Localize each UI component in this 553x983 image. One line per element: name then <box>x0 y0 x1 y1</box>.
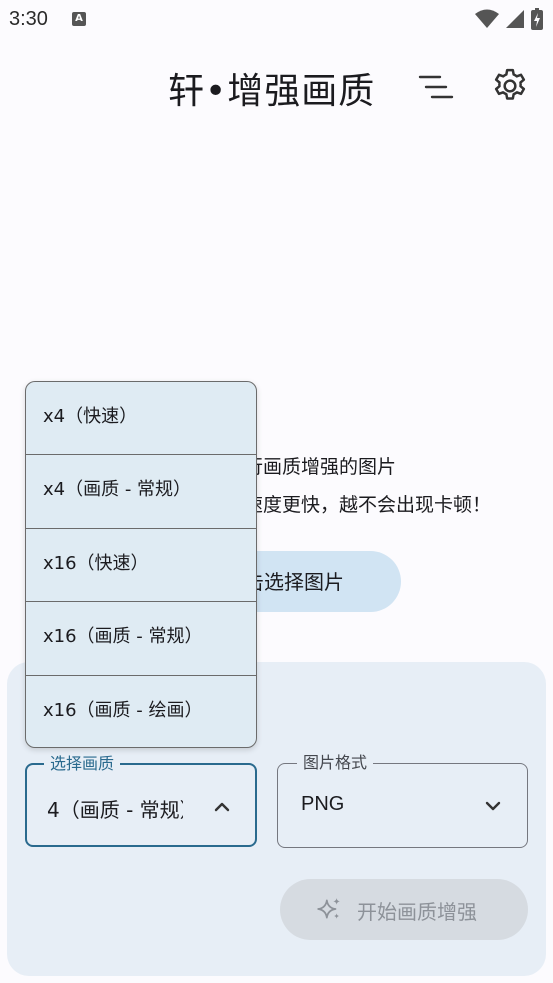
dropdown-option-x16-quality-painting[interactable]: x16（画质 - 绘画） <box>26 676 256 747</box>
pick-image-button-label: 击选择图片 <box>244 570 344 594</box>
status-icons <box>475 8 543 30</box>
quality-dropdown-menu: x4（快速） x4（画质 - 常规） x16（快速） x16（画质 - 常规） … <box>25 381 257 748</box>
sparkle-icon <box>317 898 340 919</box>
format-select[interactable]: 图片格式 PNG <box>277 752 528 848</box>
format-select-value: PNG <box>301 793 345 815</box>
menu-button[interactable] <box>416 70 454 104</box>
chevron-down-icon <box>485 801 501 811</box>
app-title: 轩•增强画质 <box>168 71 376 112</box>
quality-select-label: 选择画质 <box>44 753 121 775</box>
dropdown-option-x16-quality-normal[interactable]: x16（画质 - 常规） <box>26 602 256 676</box>
hint-text-line-2: 速度更快，越不会出现卡顿！ <box>244 494 492 516</box>
start-enhance-button-label: 开始画质增强 <box>357 900 477 924</box>
signal-icon <box>506 10 524 28</box>
quality-select-value: 4（画质 - 常规） <box>47 798 183 822</box>
hint-text-line-1: 行画质增强的图片 <box>244 456 397 478</box>
menu-lines-icon <box>418 75 454 99</box>
chevron-up-icon <box>214 802 230 812</box>
dropdown-option-x16-fast[interactable]: x16（快速） <box>26 529 256 603</box>
status-bar: 3:30 A <box>0 0 553 40</box>
notification-badge-icon: A <box>72 12 86 26</box>
start-enhance-button[interactable]: 开始画质增强 <box>280 879 528 940</box>
battery-icon <box>531 8 543 30</box>
status-time: 3:30 <box>9 8 48 30</box>
format-select-label: 图片格式 <box>297 752 374 774</box>
dropdown-option-x4-quality-normal[interactable]: x4（画质 - 常规） <box>26 455 256 529</box>
dropdown-option-x4-fast[interactable]: x4（快速） <box>26 382 256 456</box>
quality-select[interactable]: 选择画质 4（画质 - 常规） <box>25 753 257 847</box>
wifi-icon <box>475 9 499 28</box>
gear-icon <box>494 68 526 100</box>
settings-button[interactable] <box>490 66 530 106</box>
